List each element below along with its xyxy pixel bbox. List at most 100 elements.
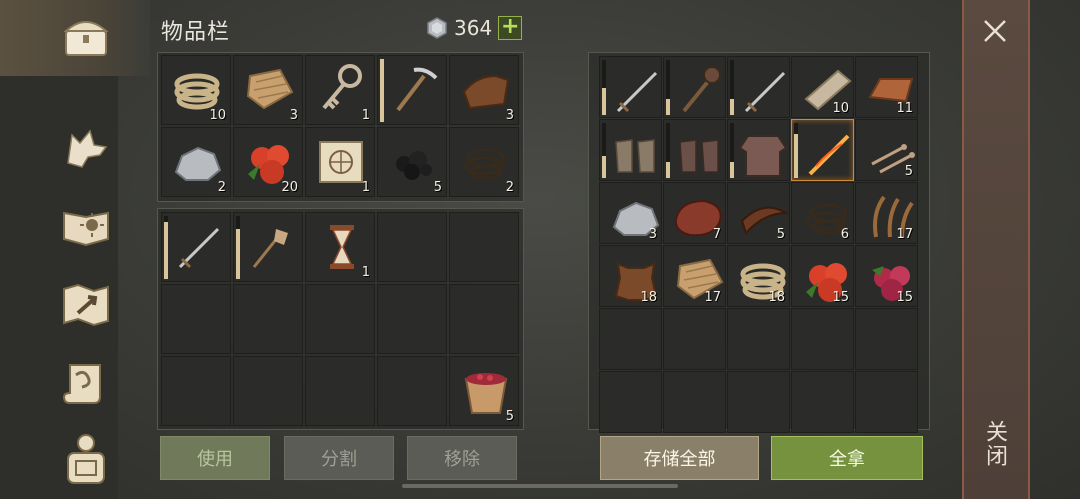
inventory-bottom-slot[interactable] [233,212,303,282]
storage-slot[interactable]: 15 [855,245,918,307]
inventory-bottom-slot[interactable] [305,284,375,354]
storage-slot[interactable] [599,119,662,181]
item-quantity: 7 [712,227,721,242]
inventory-bottom-slot[interactable] [449,284,519,354]
mace-icon [682,66,721,113]
storage-slot[interactable]: 11 [855,56,918,118]
take-all-button[interactable]: 全拿 [771,436,923,480]
inventory-bottom-slot[interactable] [377,356,447,426]
storage-slot[interactable] [727,371,790,433]
item-quantity: 20 [281,180,298,195]
inventory-top-slot[interactable] [377,55,447,125]
use-button[interactable]: 使用 [160,436,270,480]
inventory-bottom-slot[interactable] [377,212,447,282]
wolf-icon [67,129,108,168]
remove-button[interactable]: 移除 [407,436,517,480]
storage-slot[interactable] [855,308,918,370]
inventory-top-slot[interactable]: 2 [161,127,231,197]
storage-slot[interactable] [663,56,726,118]
store-all-button[interactable]: 存储全部 [600,436,759,480]
storage-slot[interactable]: 5 [855,119,918,181]
storage-slot[interactable] [599,371,662,433]
inventory-bag-grid: 15 [161,212,519,426]
item-quantity: 11 [896,101,913,116]
inventory-bottom-slot[interactable] [161,356,231,426]
map-icon [63,283,109,327]
durability-bar [380,59,384,122]
inventory-top-slot[interactable]: 1 [305,55,375,125]
storage-grid: 10 11 5 3 7 5 6 17 18 17 18 15 15 [599,56,918,433]
inventory-bottom-slot[interactable]: 1 [305,212,375,282]
tab-skills[interactable] [55,196,117,258]
item-quantity: 18 [640,290,657,305]
item-quantity: 10 [832,101,849,116]
inventory-top-slot[interactable]: 1 [305,127,375,197]
tab-map[interactable] [55,274,117,336]
sword-icon [616,71,658,113]
inventory-bottom-slot[interactable] [305,356,375,426]
storage-slot[interactable]: 18 [727,245,790,307]
storage-slot[interactable] [599,308,662,370]
inventory-quick-grid: 10 3 1 3 2 20 1 5 2 [161,55,519,197]
currency-value: 364 [454,16,493,40]
storage-slot[interactable]: 5 [727,182,790,244]
inventory-top-slot[interactable]: 20 [233,127,303,197]
storage-slot[interactable] [663,308,726,370]
inventory-bottom-slot[interactable] [449,212,519,282]
item-quantity: 5 [505,409,514,424]
tab-companion[interactable] [55,118,117,180]
close-icon[interactable] [982,18,1008,44]
storage-slot[interactable]: 17 [855,182,918,244]
item-quantity: 3 [289,108,298,123]
durability-bar [602,156,606,178]
inventory-bottom-slot[interactable]: 5 [449,356,519,426]
inventory-bottom-slot[interactable] [377,284,447,354]
storage-slot[interactable]: 15 [791,245,854,307]
sword-icon [178,227,220,269]
tab-quests[interactable] [55,352,117,414]
item-quantity: 18 [768,290,785,305]
split-button[interactable]: 分割 [284,436,394,480]
fire-sword-icon [808,134,850,176]
item-quantity: 3 [648,227,657,242]
storage-slot[interactable] [855,371,918,433]
storage-slot[interactable]: 3 [599,182,662,244]
gloves-icon [615,139,655,173]
durability-bar [730,98,734,115]
durability-bar [164,222,168,279]
durability-bar [602,87,606,115]
close-label[interactable]: 关闭 [978,420,1010,468]
storage-slot[interactable] [663,119,726,181]
inventory-top-slot[interactable]: 3 [233,55,303,125]
storage-slot[interactable] [791,371,854,433]
storage-slot[interactable]: 18 [599,245,662,307]
tab-character[interactable] [55,428,117,490]
backpack-icon [67,434,105,484]
storage-slot[interactable] [599,56,662,118]
add-currency-button[interactable]: + [498,16,523,40]
horizontal-scrollbar[interactable] [402,484,678,488]
tab-inventory[interactable] [55,6,117,68]
inventory-top-slot[interactable]: 10 [161,55,231,125]
inventory-top-slot[interactable]: 3 [449,55,519,125]
inventory-bottom-slot[interactable] [233,356,303,426]
inventory-bottom-slot[interactable] [161,284,231,354]
durability-bar [236,228,240,279]
durability-bar [730,161,734,178]
inventory-bottom-slot[interactable] [161,212,231,282]
storage-slot[interactable] [727,308,790,370]
silver-coin-icon [427,17,447,39]
storage-slot[interactable]: 10 [791,56,854,118]
storage-slot[interactable] [791,119,854,181]
storage-slot[interactable] [727,119,790,181]
storage-slot[interactable]: 7 [663,182,726,244]
storage-slot[interactable] [791,308,854,370]
storage-slot[interactable] [727,56,790,118]
storage-slot[interactable]: 6 [791,182,854,244]
inventory-top-slot[interactable]: 5 [377,127,447,197]
inventory-bottom-slot[interactable] [233,284,303,354]
storage-slot[interactable]: 17 [663,245,726,307]
storage-slot[interactable] [663,371,726,433]
scroll-icon [62,364,101,404]
inventory-top-slot[interactable]: 2 [449,127,519,197]
